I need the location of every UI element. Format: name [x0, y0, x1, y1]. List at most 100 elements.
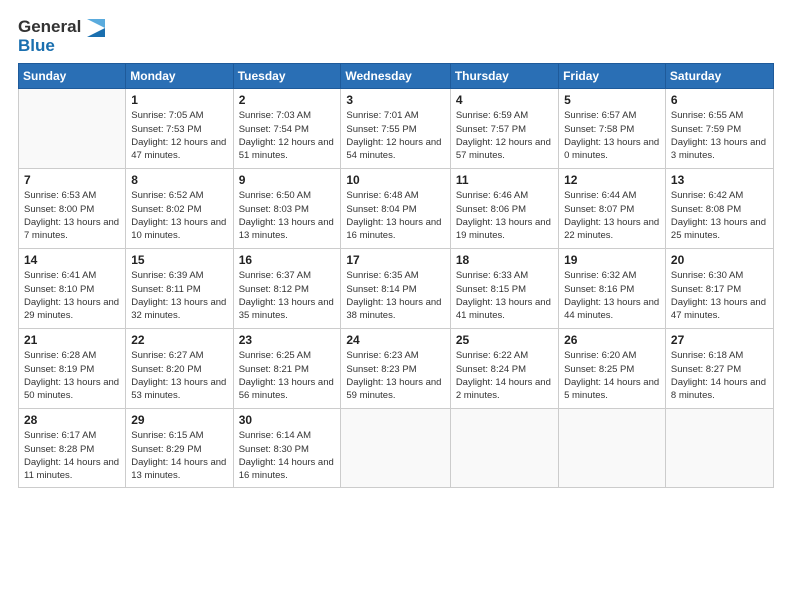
- daylight-text: Daylight: 13 hours and 50 minutes.: [24, 376, 120, 403]
- table-cell: 10 Sunrise: 6:48 AMSunset: 8:04 PMDayligh…: [341, 169, 450, 249]
- sunrise-text: Sunrise: 6:55 AM: [671, 109, 768, 122]
- sunrise-text: Sunrise: 6:17 AM: [24, 429, 120, 442]
- sunset-text: Sunset: 8:12 PM: [239, 283, 336, 296]
- day-number: 21: [24, 333, 120, 347]
- sunrise-text: Sunrise: 6:42 AM: [671, 189, 768, 202]
- day-number: 10: [346, 173, 444, 187]
- table-cell: 15Sunrise: 6:39 AMSunset: 8:11 PMDayligh…: [126, 249, 233, 329]
- daylight-text: Daylight: 13 hours and 59 minutes.: [346, 376, 444, 403]
- sunset-text: Sunset: 8:00 PM: [24, 203, 120, 216]
- sunset-text: Sunset: 8:02 PM: [131, 203, 227, 216]
- day-number: 29: [131, 413, 227, 427]
- day-info: Sunrise: 6:48 AMSunset: 8:04 PMDaylight:…: [346, 189, 444, 242]
- daylight-text: Daylight: 12 hours and 57 minutes.: [456, 136, 553, 163]
- sunrise-text: Sunrise: 6:23 AM: [346, 349, 444, 362]
- daylight-text: Daylight: 14 hours and 13 minutes.: [131, 456, 227, 483]
- daylight-text: Daylight: 13 hours and 41 minutes.: [456, 296, 553, 323]
- daylight-text: Daylight: 12 hours and 47 minutes.: [131, 136, 227, 163]
- day-info: Sunrise: 6:33 AMSunset: 8:15 PMDaylight:…: [456, 269, 553, 322]
- table-cell: 25Sunrise: 6:22 AMSunset: 8:24 PMDayligh…: [450, 329, 558, 409]
- sunrise-text: Sunrise: 6:50 AM: [239, 189, 336, 202]
- daylight-text: Daylight: 13 hours and 35 minutes.: [239, 296, 336, 323]
- logo-triangle-icon: [87, 19, 105, 37]
- day-info: Sunrise: 6:59 AMSunset: 7:57 PMDaylight:…: [456, 109, 553, 162]
- table-cell: 11Sunrise: 6:46 AMSunset: 8:06 PMDayligh…: [450, 169, 558, 249]
- header-tuesday: Tuesday: [233, 64, 341, 89]
- table-cell: 3Sunrise: 7:01 AMSunset: 7:55 PMDaylight…: [341, 89, 450, 169]
- sunset-text: Sunset: 8:14 PM: [346, 283, 444, 296]
- table-cell: 17Sunrise: 6:35 AMSunset: 8:14 PMDayligh…: [341, 249, 450, 329]
- day-number: 3: [346, 93, 444, 107]
- header-saturday: Saturday: [665, 64, 773, 89]
- sunrise-text: Sunrise: 6:57 AM: [564, 109, 660, 122]
- daylight-text: Daylight: 13 hours and 10 minutes.: [131, 216, 227, 243]
- day-info: Sunrise: 6:41 AMSunset: 8:10 PMDaylight:…: [24, 269, 120, 322]
- sunrise-text: Sunrise: 6:27 AM: [131, 349, 227, 362]
- sunrise-text: Sunrise: 6:46 AM: [456, 189, 553, 202]
- day-info: Sunrise: 6:37 AMSunset: 8:12 PMDaylight:…: [239, 269, 336, 322]
- table-cell: 13Sunrise: 6:42 AMSunset: 8:08 PMDayligh…: [665, 169, 773, 249]
- table-cell: 16Sunrise: 6:37 AMSunset: 8:12 PMDayligh…: [233, 249, 341, 329]
- table-cell: 22 Sunrise: 6:27 AMSunset: 8:20 PMDayligh…: [126, 329, 233, 409]
- table-cell: 29Sunrise: 6:15 AMSunset: 8:29 PMDayligh…: [126, 409, 233, 487]
- daylight-text: Daylight: 13 hours and 47 minutes.: [671, 296, 768, 323]
- table-cell: 14 Sunrise: 6:41 AMSunset: 8:10 PMDayligh…: [19, 249, 126, 329]
- sunrise-text: Sunrise: 6:33 AM: [456, 269, 553, 282]
- header-monday: Monday: [126, 64, 233, 89]
- day-number: 20: [671, 253, 768, 267]
- sunrise-text: Sunrise: 7:05 AM: [131, 109, 227, 122]
- daylight-text: Daylight: 13 hours and 53 minutes.: [131, 376, 227, 403]
- day-number: 5: [564, 93, 660, 107]
- header-wednesday: Wednesday: [341, 64, 450, 89]
- day-number: 19: [564, 253, 660, 267]
- logo-text-block: General Blue: [18, 18, 106, 55]
- sunset-text: Sunset: 8:11 PM: [131, 283, 227, 296]
- sunrise-text: Sunrise: 6:39 AM: [131, 269, 227, 282]
- logo: General Blue: [18, 18, 106, 55]
- day-info: Sunrise: 6:53 AMSunset: 8:00 PMDaylight:…: [24, 189, 120, 242]
- day-number: 12: [564, 173, 660, 187]
- sunset-text: Sunset: 7:59 PM: [671, 123, 768, 136]
- sunset-text: Sunset: 8:21 PM: [239, 363, 336, 376]
- sunset-text: Sunset: 8:08 PM: [671, 203, 768, 216]
- header-friday: Friday: [559, 64, 666, 89]
- day-number: 14: [24, 253, 120, 267]
- day-info: Sunrise: 6:32 AMSunset: 8:16 PMDaylight:…: [564, 269, 660, 322]
- day-info: Sunrise: 6:14 AMSunset: 8:30 PMDaylight:…: [239, 429, 336, 482]
- table-cell: 19 Sunrise: 6:32 AMSunset: 8:16 PMDayligh…: [559, 249, 666, 329]
- sunset-text: Sunset: 8:10 PM: [24, 283, 120, 296]
- day-info: Sunrise: 6:46 AMSunset: 8:06 PMDaylight:…: [456, 189, 553, 242]
- sunrise-text: Sunrise: 6:14 AM: [239, 429, 336, 442]
- sunrise-text: Sunrise: 6:20 AM: [564, 349, 660, 362]
- sunset-text: Sunset: 8:03 PM: [239, 203, 336, 216]
- daylight-text: Daylight: 13 hours and 13 minutes.: [239, 216, 336, 243]
- sunset-text: Sunset: 8:29 PM: [131, 443, 227, 456]
- sunrise-text: Sunrise: 6:48 AM: [346, 189, 444, 202]
- sunset-text: Sunset: 8:16 PM: [564, 283, 660, 296]
- sunset-text: Sunset: 7:57 PM: [456, 123, 553, 136]
- sunset-text: Sunset: 8:30 PM: [239, 443, 336, 456]
- day-info: Sunrise: 6:25 AMSunset: 8:21 PMDaylight:…: [239, 349, 336, 402]
- table-cell: 1Sunrise: 7:05 AMSunset: 7:53 PMDaylight…: [126, 89, 233, 169]
- sunset-text: Sunset: 7:58 PM: [564, 123, 660, 136]
- day-number: 22: [131, 333, 227, 347]
- day-number: 8: [131, 173, 227, 187]
- day-info: Sunrise: 6:27 AMSunset: 8:20 PMDaylight:…: [131, 349, 227, 402]
- table-cell: 27Sunrise: 6:18 AMSunset: 8:27 PMDayligh…: [665, 329, 773, 409]
- sunrise-text: Sunrise: 6:41 AM: [24, 269, 120, 282]
- day-number: 26: [564, 333, 660, 347]
- weekday-header-row: Sunday Monday Tuesday Wednesday Thursday…: [19, 64, 774, 89]
- logo-line1: General: [18, 18, 106, 37]
- table-cell: [665, 409, 773, 487]
- sunrise-text: Sunrise: 6:44 AM: [564, 189, 660, 202]
- table-cell: 23Sunrise: 6:25 AMSunset: 8:21 PMDayligh…: [233, 329, 341, 409]
- daylight-text: Daylight: 13 hours and 0 minutes.: [564, 136, 660, 163]
- table-cell: 8Sunrise: 6:52 AMSunset: 8:02 PMDaylight…: [126, 169, 233, 249]
- sunrise-text: Sunrise: 6:22 AM: [456, 349, 553, 362]
- table-cell: [450, 409, 558, 487]
- sunset-text: Sunset: 8:20 PM: [131, 363, 227, 376]
- daylight-text: Daylight: 13 hours and 56 minutes.: [239, 376, 336, 403]
- day-info: Sunrise: 7:05 AMSunset: 7:53 PMDaylight:…: [131, 109, 227, 162]
- table-cell: 20Sunrise: 6:30 AMSunset: 8:17 PMDayligh…: [665, 249, 773, 329]
- daylight-text: Daylight: 14 hours and 16 minutes.: [239, 456, 336, 483]
